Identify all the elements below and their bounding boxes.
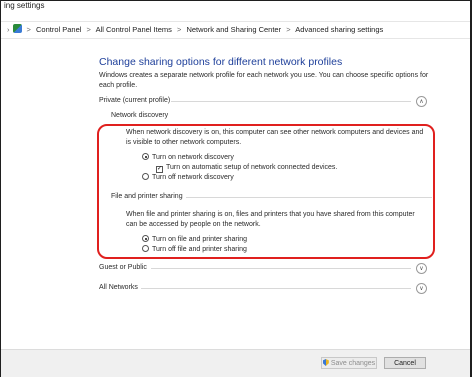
page-intro: Windows creates a separate network profi… [99,72,429,89]
breadcrumb-separator: > [86,25,91,34]
address-bar[interactable]: › > Control Panel > All Control Panel Ite… [1,21,470,39]
control-panel-icon [12,24,22,33]
breadcrumb-item-control-panel[interactable]: Control Panel [36,25,81,34]
window: ing settings › > Control Panel > All Cont… [0,0,472,377]
footer-bar: Save changes Cancel [1,349,470,377]
breadcrumb-separator: > [286,25,291,34]
breadcrumb-item-advanced-sharing[interactable]: Advanced sharing settings [295,25,383,34]
divider [171,101,411,102]
red-highlight-annotation [97,124,435,259]
breadcrumb-separator: > [176,25,182,34]
breadcrumb: › > Control Panel > All Control Panel Ite… [4,22,383,38]
chevron-up-icon[interactable]: ∧ [416,96,427,107]
breadcrumb-item-network-sharing-center[interactable]: Network and Sharing Center [186,25,281,34]
cancel-button[interactable]: Cancel [384,357,426,369]
divider [151,268,411,269]
breadcrumb-separator: > [26,25,31,34]
save-changes-button[interactable]: Save changes [321,357,377,369]
page-title: Change sharing options for different net… [99,56,343,68]
breadcrumb-nav-arrow[interactable]: › [7,25,10,34]
profile-all-networks-label[interactable]: All Networks [99,284,138,291]
save-changes-label: Save changes [330,360,376,367]
title-bar: ing settings [1,1,470,17]
window-title: ing settings [4,1,45,10]
breadcrumb-item-all-items[interactable]: All Control Panel Items [96,25,172,34]
chevron-down-icon[interactable]: ∨ [416,263,427,274]
uac-shield-icon [322,359,329,366]
divider [141,288,411,289]
profile-private-label[interactable]: Private (current profile) [99,97,170,104]
network-discovery-heading: Network discovery [111,112,169,119]
chevron-down-icon[interactable]: ∨ [416,283,427,294]
profile-guest-label[interactable]: Guest or Public [99,264,147,271]
